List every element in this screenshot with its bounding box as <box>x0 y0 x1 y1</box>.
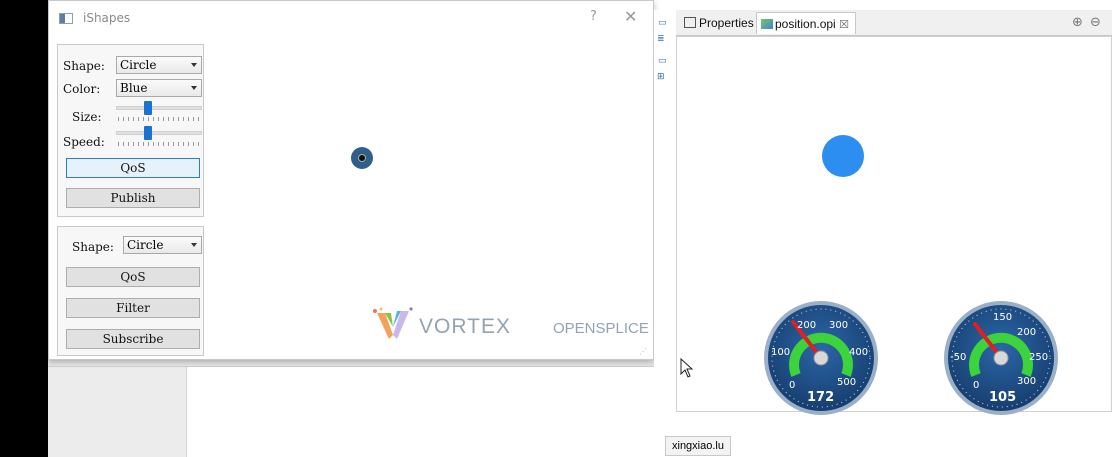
tab-position-opi-label: position.opi <box>775 17 836 31</box>
gauge-1-tick: 500 <box>837 377 857 388</box>
publisher-group: Shape: Circle Color: Blue Size: Speed: Q… <box>57 44 204 217</box>
vortex-wordmark: VORTEX <box>419 315 511 338</box>
tree-icon[interactable]: ⊞ <box>657 72 667 82</box>
speed-slider[interactable] <box>116 126 202 150</box>
shape-label: Shape: <box>63 59 105 73</box>
zoom-in-icon[interactable]: ⊕ <box>1072 15 1083 30</box>
subscriber-group: Shape: Circle QoS Filter Subscribe <box>57 226 204 356</box>
speed-slider-ticks <box>118 142 200 146</box>
publisher-color-select[interactable]: Blue <box>116 79 202 97</box>
gauge-2-tick: 250 <box>1029 352 1049 363</box>
size-slider[interactable] <box>116 101 202 125</box>
restore-icon-2[interactable]: ▭ <box>658 56 668 66</box>
opi-file-icon <box>761 19 773 29</box>
publisher-qos-button[interactable]: QoS <box>66 158 200 178</box>
size-label: Size: <box>72 110 102 124</box>
gauge-2-value: 105 <box>989 390 1017 405</box>
published-circle-shape <box>351 147 373 169</box>
subscribed-blue-circle <box>822 135 864 177</box>
ishapes-window: iShapes ? ✕ Shape: Circle Color: Blue Si… <box>48 0 654 360</box>
desktop-black-strip <box>0 0 48 457</box>
background-left-pane <box>48 358 187 457</box>
mouse-pointer-icon <box>680 358 694 378</box>
chevron-down-icon <box>191 63 197 67</box>
zoom-out-icon[interactable]: ⊖ <box>1090 15 1101 30</box>
color-label: Color: <box>63 82 101 96</box>
tab-properties[interactable]: Properties <box>680 12 758 34</box>
gauge-2: 0 -50 150 200 250 300 105 <box>943 300 1059 416</box>
gauge-2-tick: 200 <box>1017 327 1037 338</box>
editor-tabstrip: Properties position.opi ☒ ⊕ ⊖ <box>676 10 1112 36</box>
gauge-1-tick: 100 <box>771 347 791 358</box>
tab-close-icon[interactable]: ☒ <box>839 19 849 31</box>
help-icon[interactable]: ? <box>590 9 597 24</box>
vortex-v-icon <box>373 307 413 339</box>
chevron-down-icon <box>191 86 197 90</box>
circle-center-marker <box>358 154 366 162</box>
subscriber-shape-value: Circle <box>127 238 164 252</box>
window-titlebar[interactable]: iShapes ? ✕ <box>49 1 653 37</box>
outline-icon[interactable]: ≣ <box>657 34 667 44</box>
publisher-color-value: Blue <box>120 81 148 95</box>
side-toolbar: ▭ ≣ ▭ ⊞ <box>654 10 674 457</box>
subscriber-shape-select[interactable]: Circle <box>123 236 202 254</box>
properties-icon <box>684 17 696 28</box>
gauge-2-tick: 150 <box>993 312 1013 323</box>
gauge-1-tick: 0 <box>789 380 796 391</box>
app-icon <box>59 13 73 24</box>
gauge-1: 0 100 200 300 400 500 172 <box>763 300 879 416</box>
gauge-1-tick: 300 <box>829 320 849 331</box>
speed-slider-track <box>116 131 202 135</box>
restore-icon[interactable]: ▭ <box>658 18 668 28</box>
size-slider-thumb[interactable] <box>144 101 152 115</box>
subscriber-qos-button[interactable]: QoS <box>66 267 200 287</box>
publisher-shape-select[interactable]: Circle <box>116 56 202 74</box>
gauge-1-tick: 400 <box>849 347 869 358</box>
window-title: iShapes <box>83 11 131 25</box>
vortex-logo: VORTEX OPENSPLICE <box>371 307 649 347</box>
gauge-2-tick: 300 <box>1017 376 1037 387</box>
gauge-2-tick: -50 <box>950 352 967 363</box>
opensplice-wordmark: OPENSPLICE <box>553 320 649 337</box>
chevron-down-icon <box>191 243 197 247</box>
close-icon[interactable]: ✕ <box>624 7 637 26</box>
size-slider-track <box>116 106 202 110</box>
publisher-shape-value: Circle <box>120 58 157 72</box>
subscriber-shape-label: Shape: <box>72 240 114 254</box>
size-slider-ticks <box>118 117 200 121</box>
speed-slider-thumb[interactable] <box>144 126 152 140</box>
gauge-1-tick: 200 <box>797 320 817 331</box>
speed-label: Speed: <box>63 135 105 149</box>
subscribe-button[interactable]: Subscribe <box>66 329 200 349</box>
status-user-tab[interactable]: xingxiao.lu <box>665 436 731 456</box>
gauge-1-value: 172 <box>807 390 835 405</box>
tab-position-opi[interactable]: position.opi ☒ <box>756 12 856 34</box>
publish-button[interactable]: Publish <box>66 188 200 208</box>
resize-grip[interactable]: ⋰ <box>639 347 647 356</box>
gauge-2-tick: 0 <box>973 380 980 391</box>
filter-button[interactable]: Filter <box>66 298 200 318</box>
tab-properties-label: Properties <box>699 16 754 30</box>
